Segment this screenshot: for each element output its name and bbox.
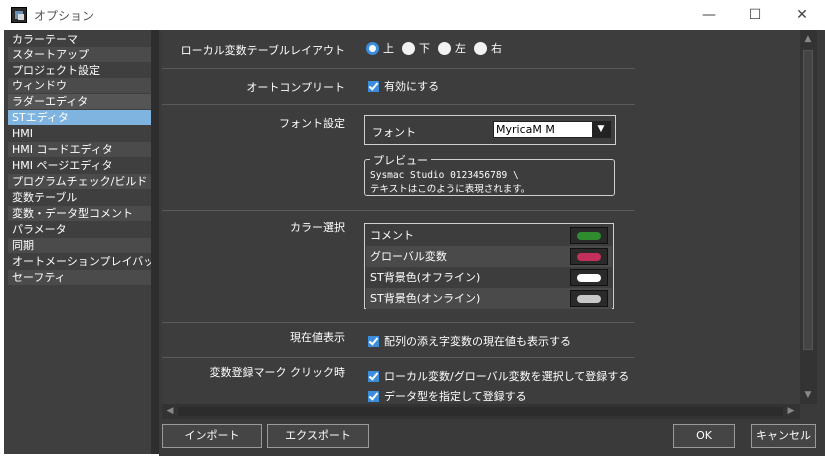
scroll-up-icon[interactable]: ▲	[803, 34, 813, 44]
nav-item-ladder-editor[interactable]: ラダーエディタ	[8, 94, 151, 109]
color-picker-button[interactable]	[570, 269, 608, 286]
button-bar: インポート エクスポート OK キャンセル	[159, 424, 825, 456]
nav-item-color-theme[interactable]: カラーテーマ	[8, 32, 151, 47]
preview-line-2: テキストはこのように表現されます。	[370, 184, 531, 195]
color-row-global-variable[interactable]: グローバル変数	[366, 246, 612, 267]
st-editor-panel: ローカル変数テーブルレイアウト 上 下 左 右 オートコンプリート 有効にする …	[162, 30, 800, 404]
nav-item-hmi-page-editor[interactable]: HMI ページエディタ	[8, 158, 151, 173]
color-swatch	[577, 295, 601, 303]
nav-item-project-settings[interactable]: プロジェクト設定	[8, 63, 151, 78]
ok-button[interactable]: OK	[673, 424, 735, 448]
nav-item-program-check-build[interactable]: プログラムチェック/ビルド	[8, 174, 151, 189]
divider	[162, 68, 635, 69]
current-value-checkbox[interactable]: 配列の添え字変数の現在値も表示する	[368, 333, 571, 349]
nav-item-hmi[interactable]: HMI	[8, 126, 151, 141]
horizontal-scrollbar[interactable]: ◀ ▶	[162, 404, 800, 419]
color-list: コメント グローバル変数 ST背景色(オフライン) ST背景色(オンライン)	[364, 223, 614, 309]
autocomplete-checkbox[interactable]: 有効にする	[368, 78, 439, 94]
color-row-st-bg-online[interactable]: ST背景色(オンライン)	[366, 288, 612, 309]
radio-icon	[474, 41, 487, 55]
title-bar: オプション — ☐ ✕	[0, 0, 825, 30]
app-icon	[11, 7, 27, 23]
nav-item-automation-playback[interactable]: オートメーションプレイバック	[8, 254, 165, 269]
close-button[interactable]: ✕	[779, 0, 825, 30]
color-swatch	[577, 253, 601, 261]
nav-item-parameters[interactable]: パラメータ	[8, 222, 151, 237]
font-select-value: MyricaM M	[496, 123, 555, 136]
color-select-label: カラー選択	[290, 221, 345, 234]
options-window: オプション — ☐ ✕ カラーテーマ スタートアップ プロジェクト設定 ウィンド…	[0, 0, 825, 456]
vertical-scrollbar[interactable]: ▲ ▼	[800, 30, 817, 404]
font-preview: プレビュー Sysmac Studio 0123456789 \ テキストはこの…	[364, 152, 615, 196]
font-field-label: フォント	[372, 126, 416, 139]
color-picker-button[interactable]	[570, 248, 608, 265]
settings-content: ローカル変数テーブルレイアウト 上 下 左 右 オートコンプリート 有効にする …	[159, 30, 825, 424]
autocomplete-label: オートコンプリート	[246, 81, 345, 94]
radio-selected-icon	[366, 41, 379, 55]
var-register-scope-checkbox[interactable]: ローカル変数/グローバル変数を選択して登録する	[368, 368, 629, 384]
nav-item-safety[interactable]: セーフティ	[8, 270, 151, 285]
nav-item-var-datatype-comment[interactable]: 変数・データ型コメント	[8, 206, 151, 221]
layout-label: ローカル変数テーブルレイアウト	[180, 44, 345, 57]
nav-item-st-editor[interactable]: STエディタ	[8, 110, 151, 125]
maximize-button[interactable]: ☐	[732, 0, 778, 30]
nav-item-window[interactable]: ウィンドウ	[8, 78, 151, 93]
layout-radio-group: 上 下 左 右	[366, 40, 510, 56]
scroll-thumb[interactable]	[803, 50, 813, 350]
divider	[162, 104, 635, 105]
preview-title: プレビュー	[370, 152, 431, 168]
nav-item-startup[interactable]: スタートアップ	[8, 47, 151, 62]
divider	[162, 357, 635, 358]
divider	[162, 210, 635, 211]
font-frame: フォント MyricaM M ▼	[364, 115, 616, 145]
minimize-button[interactable]: —	[686, 0, 732, 30]
color-swatch	[577, 232, 601, 240]
color-swatch	[577, 274, 601, 282]
export-button[interactable]: エクスポート	[267, 424, 369, 448]
radio-icon	[402, 41, 415, 55]
window-title: オプション	[34, 9, 95, 23]
font-select[interactable]: MyricaM M ▼	[493, 121, 611, 138]
layout-top-radio[interactable]: 上	[366, 40, 394, 56]
splitter[interactable]	[151, 30, 159, 454]
layout-right-radio[interactable]: 右	[474, 40, 502, 56]
scroll-down-icon[interactable]: ▼	[803, 390, 813, 400]
nav-item-variable-table[interactable]: 変数テーブル	[8, 190, 151, 205]
color-row-comment[interactable]: コメント	[366, 225, 612, 246]
var-register-datatype-checkbox[interactable]: データ型を指定して登録する	[368, 388, 527, 404]
cancel-button[interactable]: キャンセル	[751, 424, 816, 448]
scroll-left-icon[interactable]: ◀	[165, 406, 175, 416]
checkbox-checked-icon	[368, 335, 379, 347]
checkbox-checked-icon	[368, 390, 379, 402]
layout-bottom-radio[interactable]: 下	[402, 40, 430, 56]
color-row-st-bg-offline[interactable]: ST背景色(オフライン)	[366, 267, 612, 288]
scroll-thumb[interactable]	[178, 407, 783, 416]
divider	[162, 322, 635, 323]
scroll-right-icon[interactable]: ▶	[786, 406, 796, 416]
options-nav: カラーテーマ スタートアップ プロジェクト設定 ウィンドウ ラダーエディタ ST…	[4, 30, 165, 454]
var-register-label: 変数登録マーク クリック時	[209, 366, 346, 379]
chevron-down-icon[interactable]: ▼	[592, 122, 610, 137]
color-picker-button[interactable]	[570, 290, 608, 307]
import-button[interactable]: インポート	[162, 424, 262, 448]
current-value-label: 現在値表示	[290, 331, 345, 344]
checkbox-checked-icon	[368, 80, 379, 92]
nav-item-sync[interactable]: 同期	[8, 238, 151, 253]
preview-line-1: Sysmac Studio 0123456789 \	[370, 170, 519, 181]
radio-icon	[438, 41, 451, 55]
nav-item-hmi-code-editor[interactable]: HMI コードエディタ	[8, 142, 151, 157]
color-picker-button[interactable]	[570, 227, 608, 244]
checkbox-checked-icon	[368, 370, 379, 382]
font-settings-label: フォント設定	[279, 117, 345, 130]
layout-left-radio[interactable]: 左	[438, 40, 466, 56]
